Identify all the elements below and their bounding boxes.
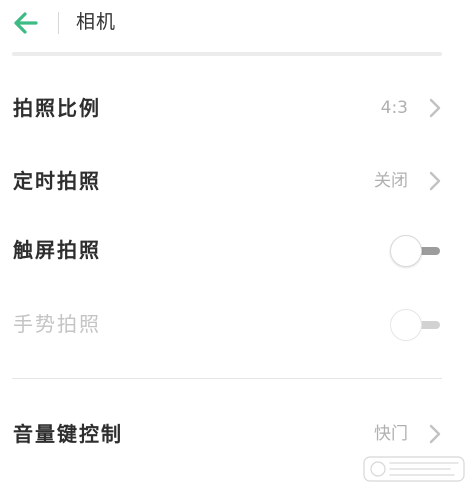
touch-capture-toggle[interactable] [388,234,444,268]
section-divider [12,378,442,379]
toggle-knob [390,235,422,267]
setting-row-volume-key[interactable]: 音量键控制 快门 [0,406,470,462]
setting-label: 触屏拍照 [13,238,101,262]
gesture-capture-toggle[interactable] [388,308,444,342]
arrow-left-icon [14,12,38,34]
setting-value: 快门 [374,424,408,444]
camera-settings-page: 相机 拍照比例 4:3 定时拍照 关闭 触屏拍照 手势拍照 音量键控制 快门 [0,0,470,488]
header-divider [58,12,59,34]
back-button[interactable] [12,10,40,36]
toggle-knob [390,309,422,341]
setting-label: 拍照比例 [13,96,101,120]
page-title: 相机 [76,11,117,33]
setting-value: 4:3 [380,98,408,118]
chevron-right-icon [429,171,441,191]
chevron-right-icon [429,98,441,118]
setting-row-touch-capture: 触屏拍照 [0,222,470,278]
section-divider [12,52,442,56]
setting-row-timer[interactable]: 定时拍照 关闭 [0,153,470,209]
setting-label: 音量键控制 [13,422,123,446]
setting-row-gesture-capture: 手势拍照 [0,296,470,352]
header: 相机 [0,0,470,46]
setting-value: 关闭 [374,171,408,191]
setting-row-photo-ratio[interactable]: 拍照比例 4:3 [0,80,470,136]
chevron-right-icon [429,424,441,444]
setting-label: 定时拍照 [13,169,101,193]
setting-label: 手势拍照 [13,312,101,336]
